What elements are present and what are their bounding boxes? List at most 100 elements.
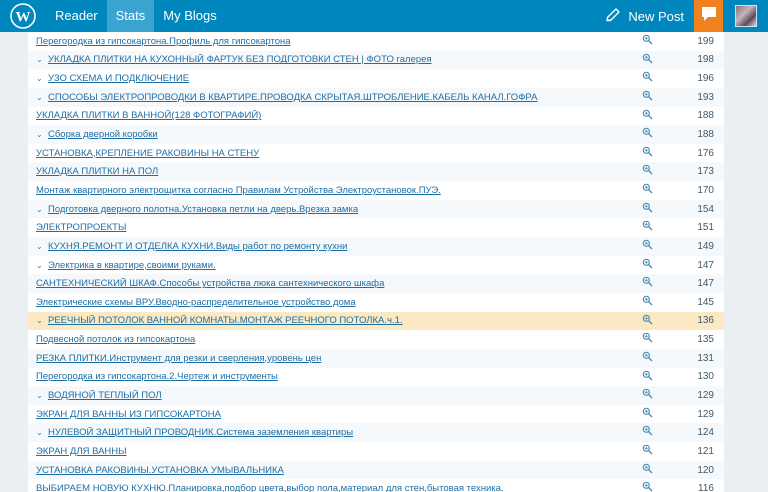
view-count: 136 [697, 315, 714, 327]
notifications-button[interactable] [694, 0, 723, 32]
table-row[interactable]: ⌄ УЗО СХЕМА И ПОДКЛЮЧЕНИЕ 196 [28, 69, 724, 88]
table-row[interactable]: Перегородка из гипсокартона.2.Чертеж и и… [28, 368, 724, 387]
magnify-icon[interactable] [642, 202, 656, 216]
magnify-icon[interactable] [642, 90, 656, 104]
magnify-icon[interactable] [642, 332, 656, 346]
wordpress-logo-icon[interactable]: W [0, 0, 46, 32]
post-title-link[interactable]: НУЛЕВОЙ ЗАЩИТНЫЙ ПРОВОДНИК.Система зазем… [48, 427, 353, 438]
magnify-icon[interactable] [642, 127, 656, 141]
magnify-icon[interactable] [642, 109, 656, 123]
chevron-down-icon[interactable]: ⌄ [36, 74, 48, 83]
new-post-button[interactable]: New Post [596, 0, 694, 32]
chevron-down-icon[interactable]: ⌄ [36, 55, 48, 64]
table-row[interactable]: ⌄ Электрика в квартире,своими руками. 147 [28, 256, 724, 275]
chevron-down-icon[interactable]: ⌄ [36, 316, 48, 325]
magnify-icon[interactable] [642, 183, 656, 197]
magnify-icon[interactable] [642, 220, 656, 234]
magnify-icon[interactable] [642, 164, 656, 178]
post-title-link[interactable]: УКЛАДКА ПЛИТКИ НА ПОЛ [36, 166, 158, 177]
table-row[interactable]: Монтаж квартирного электрощитка согласно… [28, 181, 724, 200]
table-row[interactable]: ЭКРАН ДЛЯ ВАННЫ ИЗ ГИПСОКАРТОНА 129 [28, 405, 724, 424]
chevron-down-icon[interactable]: ⌄ [36, 242, 48, 251]
post-title-link[interactable]: САНТЕХНИЧЕСКИЙ ШКАФ.Способы устройства л… [36, 278, 384, 289]
magnify-icon[interactable] [642, 71, 656, 85]
post-title-link[interactable]: Электрика в квартире,своими руками. [48, 260, 216, 271]
post-title-link[interactable]: УКЛАДКА ПЛИТКИ НА КУХОННЫЙ ФАРТУК БЕЗ ПО… [48, 54, 432, 65]
chevron-down-icon[interactable]: ⌄ [36, 93, 48, 102]
magnify-icon[interactable] [642, 34, 656, 48]
view-count: 130 [697, 371, 714, 383]
table-row[interactable]: ⌄ ВОДЯНОЙ ТЕПЛЫЙ ПОЛ 129 [28, 386, 724, 405]
magnify-icon[interactable] [642, 53, 656, 67]
table-row[interactable]: УСТАНОВКА РАКОВИНЫ.УСТАНОВКА УМЫВАЛЬНИКА… [28, 460, 724, 480]
magnify-icon[interactable] [642, 388, 656, 402]
post-title-link[interactable]: Подготовка дверного полотна.Установка пе… [48, 204, 358, 215]
table-row[interactable]: ⌄ Подготовка дверного полотна.Установка п… [28, 199, 724, 219]
view-count: 129 [697, 389, 714, 401]
magnify-icon[interactable] [642, 276, 656, 290]
post-title-link[interactable]: Сборка дверной коробки [48, 129, 158, 140]
table-row[interactable]: ⌄ НУЛЕВОЙ ЗАЩИТНЫЙ ПРОВОДНИК.Система зазе… [28, 423, 724, 443]
post-title-link[interactable]: РЕЕЧНЫЙ ПОТОЛОК ВАННОЙ КОМНАТЫ.МОНТАЖ РЕ… [48, 315, 403, 326]
post-title-link[interactable]: УКЛАДКА ПЛИТКИ В ВАННОЙ(128 ФОТОГРАФИЙ) [36, 110, 261, 121]
magnify-icon[interactable] [642, 444, 656, 458]
magnify-icon[interactable] [642, 295, 656, 309]
table-row[interactable]: ⌄ Сборка дверной коробки 188 [28, 125, 724, 144]
chevron-down-icon[interactable]: ⌄ [36, 205, 48, 214]
table-row[interactable]: Подвесной потолок из гипсокартона 135 [28, 330, 724, 349]
post-title-link[interactable]: РЕЗКА ПЛИТКИ.Инструмент для резки и свер… [36, 353, 321, 364]
post-title-link[interactable]: Перегородка из гипсокартона.Профиль для … [36, 36, 291, 47]
table-row[interactable]: ⌄ РЕЕЧНЫЙ ПОТОЛОК ВАННОЙ КОМНАТЫ.МОНТАЖ Р… [28, 311, 724, 331]
post-title-link[interactable]: КУХНЯ.РЕМОНТ И ОТДЕЛКА КУХНИ.Виды работ … [48, 241, 347, 252]
magnify-icon[interactable] [642, 146, 656, 160]
post-title-link[interactable]: СПОСОБЫ ЭЛЕКТРОПРОВОДКИ В КВАРТИРЕ.ПРОВО… [48, 92, 537, 103]
post-title-link[interactable]: Перегородка из гипсокартона.2.Чертеж и и… [36, 371, 278, 382]
magnify-icon[interactable] [642, 463, 656, 477]
magnify-icon[interactable] [642, 258, 656, 272]
table-row[interactable]: ⌄ СПОСОБЫ ЭЛЕКТРОПРОВОДКИ В КВАРТИРЕ.ПРОВ… [28, 87, 724, 107]
chevron-down-icon[interactable]: ⌄ [36, 261, 48, 270]
table-row[interactable]: Перегородка из гипсокартона.Профиль для … [28, 32, 724, 51]
post-title-link[interactable]: УСТАНОВКА,КРЕПЛЕНИЕ РАКОВИНЫ НА СТЕНУ [36, 148, 259, 159]
chevron-down-icon[interactable]: ⌄ [36, 130, 48, 139]
table-row[interactable]: САНТЕХНИЧЕСКИЙ ШКАФ.Способы устройства л… [28, 274, 724, 293]
post-title-link[interactable]: УСТАНОВКА РАКОВИНЫ.УСТАНОВКА УМЫВАЛЬНИКА [36, 465, 284, 476]
post-title-link[interactable]: ВОДЯНОЙ ТЕПЛЫЙ ПОЛ [48, 390, 162, 401]
table-row[interactable]: ЭКРАН ДЛЯ ВАННЫ 121 [28, 442, 724, 461]
table-row[interactable]: УСТАНОВКА,КРЕПЛЕНИЕ РАКОВИНЫ НА СТЕНУ 176 [28, 144, 724, 163]
chevron-down-icon[interactable]: ⌄ [36, 428, 48, 437]
table-row[interactable]: ВЫБИРАЕМ НОВУЮ КУХНЮ.Планировка,подбор ц… [28, 479, 724, 492]
view-count: 193 [697, 91, 714, 103]
post-title-cell: ВЫБИРАЕМ НОВУЮ КУХНЮ.Планировка,подбор ц… [28, 483, 724, 492]
magnify-icon[interactable] [642, 407, 656, 421]
table-row[interactable]: ⌄ КУХНЯ.РЕМОНТ И ОТДЕЛКА КУХНИ.Виды работ… [28, 237, 724, 256]
profile-menu[interactable] [723, 0, 768, 32]
post-title-link[interactable]: Подвесной потолок из гипсокартона [36, 334, 195, 345]
nav-reader[interactable]: Reader [46, 0, 107, 32]
magnify-icon[interactable] [642, 314, 656, 328]
magnify-icon[interactable] [642, 351, 656, 365]
table-row[interactable]: ЭЛЕКТРОПРОЕКТЫ 151 [28, 218, 724, 237]
post-title-cell: Электрические схемы ВРУ.Вводно-распредел… [28, 297, 724, 308]
post-title-link[interactable]: ЭКРАН ДЛЯ ВАННЫ ИЗ ГИПСОКАРТОНА [36, 409, 221, 420]
table-row[interactable]: УКЛАДКА ПЛИТКИ НА ПОЛ 173 [28, 162, 724, 182]
magnify-icon[interactable] [642, 370, 656, 384]
post-title-link[interactable]: ЭЛЕКТРОПРОЕКТЫ [36, 222, 126, 233]
magnify-icon[interactable] [642, 481, 656, 492]
post-title-link[interactable]: Монтаж квартирного электрощитка согласно… [36, 185, 441, 196]
magnify-icon[interactable] [642, 425, 656, 439]
post-title-link[interactable]: ВЫБИРАЕМ НОВУЮ КУХНЮ.Планировка,подбор ц… [36, 483, 504, 492]
chevron-down-icon[interactable]: ⌄ [36, 391, 48, 400]
view-count: 154 [697, 203, 714, 215]
table-row[interactable]: ⌄ УКЛАДКА ПЛИТКИ НА КУХОННЫЙ ФАРТУК БЕЗ П… [28, 50, 724, 70]
view-count: 188 [697, 129, 714, 141]
post-title-link[interactable]: УЗО СХЕМА И ПОДКЛЮЧЕНИЕ [48, 73, 189, 84]
nav-stats[interactable]: Stats [106, 0, 155, 32]
magnify-icon[interactable] [642, 239, 656, 253]
post-title-link[interactable]: ЭКРАН ДЛЯ ВАННЫ [36, 446, 127, 457]
table-row[interactable]: РЕЗКА ПЛИТКИ.Инструмент для резки и свер… [28, 348, 724, 368]
nav-my-blogs[interactable]: My Blogs [154, 0, 225, 32]
table-row[interactable]: Электрические схемы ВРУ.Вводно-распредел… [28, 293, 724, 312]
post-title-link[interactable]: Электрические схемы ВРУ.Вводно-распредел… [36, 297, 356, 308]
table-row[interactable]: УКЛАДКА ПЛИТКИ В ВАННОЙ(128 ФОТОГРАФИЙ) 1… [28, 107, 724, 126]
